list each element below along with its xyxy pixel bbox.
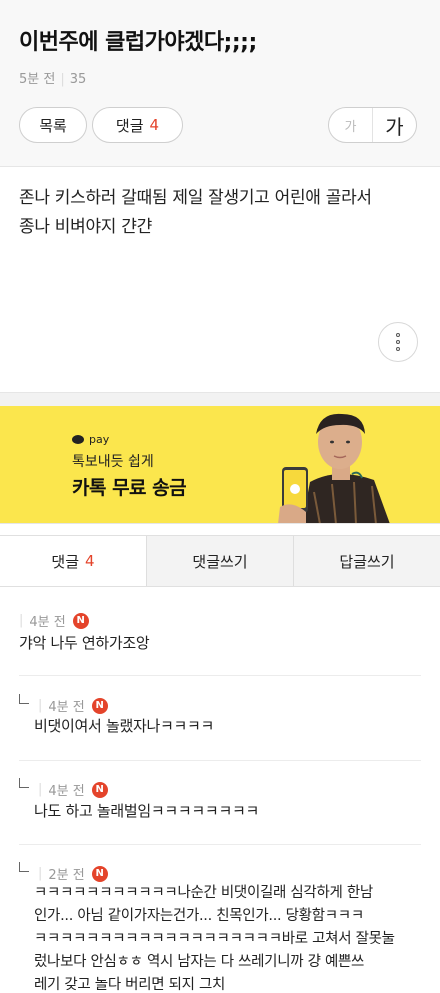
talk-bubble-icon: [72, 435, 84, 444]
comment-text-line: ㅋㅋㅋㅋㅋㅋㅋㅋㅋㅋㅋ나순간 비댓이길래 심각하게 한남: [34, 885, 373, 901]
comment-text: 비댓이여서 놀랬자나ㅋㅋㅋㅋ: [34, 717, 214, 735]
more-options-button[interactable]: [378, 322, 418, 362]
new-badge: N: [72, 612, 89, 629]
new-badge: N: [91, 697, 108, 714]
comment-text: 나도 하고 놀래벌임ㅋㅋㅋㅋㅋㅋㅋㅋ: [34, 802, 259, 820]
comment-time: 4분 전: [48, 784, 85, 799]
tab-write-comment[interactable]: 댓글쓰기: [146, 536, 293, 586]
tab-write-reply[interactable]: 답글쓰기: [293, 536, 440, 586]
more-dot-icon: [396, 347, 400, 351]
list-button[interactable]: 목록: [19, 107, 87, 143]
comment-count: 4: [149, 116, 160, 134]
font-small-button[interactable]: 가: [329, 108, 373, 142]
font-size-toggle: 가 가: [328, 107, 417, 143]
more-dot-icon: [396, 340, 400, 344]
kakaopay-ad-banner[interactable]: pay 톡보내듯 쉽게 카톡 무료 송금: [0, 406, 440, 524]
comment-divider: [19, 760, 421, 761]
post-views: 35: [69, 72, 87, 87]
ad-subtitle: 톡보내듯 쉽게: [72, 454, 154, 470]
reply-arrow-icon: [19, 862, 29, 872]
reply-arrow-icon: [19, 778, 29, 788]
meta-divider: |: [38, 866, 43, 881]
ad-headline: 카톡 무료 송금: [72, 477, 187, 499]
comment-meta: | 4분 전 N: [38, 696, 108, 715]
post-body-line: 종나 비벼야지 갼갼: [19, 217, 152, 237]
comment-text: 갸악 나두 연하가조앙: [19, 634, 150, 652]
list-button-label: 목록: [39, 116, 67, 135]
comment-text-line: 인가... 아님 같이가자는건가... 친목인가... 당황함ㅋㅋㅋ: [34, 908, 364, 924]
comment-time: 2분 전: [48, 868, 85, 883]
font-large-button[interactable]: 가: [373, 108, 416, 142]
post-body: 존나 키스하러 갈때됨 제일 잘생기고 어린애 골라서 종나 비벼야지 갼갼: [19, 184, 424, 242]
comment-tabs: 댓글 4 댓글쓰기 답글쓰기: [0, 535, 440, 587]
comment-time: 4분 전: [48, 700, 85, 715]
comment-text-line: 렀나보다 안심ㅎㅎ 역시 남자는 다 쓰레기니까 걍 예쁜쓰: [34, 954, 365, 970]
comment-meta: | 4분 전 N: [19, 611, 89, 630]
tab-comments-count: 4: [85, 552, 95, 570]
tab-comments-label: 댓글: [51, 552, 80, 571]
comment-text-line: 레기 갖고 놀다 버리면 되지 그치: [34, 977, 226, 993]
comment-time: 4분 전: [29, 615, 66, 630]
post-time: 5분 전: [19, 72, 56, 87]
post-meta: 5분 전 | 35: [19, 68, 86, 87]
pay-logo: pay: [72, 433, 109, 446]
ad-model-image: [278, 413, 390, 523]
pay-logo-text: pay: [89, 433, 110, 446]
ad-spacer: [0, 392, 440, 406]
comment-meta: | 4분 전 N: [38, 780, 108, 799]
meta-divider: |: [60, 72, 65, 87]
comment-button-label: 댓글: [115, 116, 144, 135]
meta-divider: |: [38, 782, 43, 797]
comment-divider: [19, 844, 421, 845]
comment-button[interactable]: 댓글 4: [92, 107, 183, 143]
comment-divider: [19, 675, 421, 676]
post-title: 이번주에 클럽가야겠다;;;;: [19, 30, 257, 55]
comment-text-line: ㅋㅋㅋㅋㅋㅋㅋㅋㅋㅋㅋㅋㅋㅋㅋㅋㅋㅋㅋ바로 고쳐서 잘못눌: [34, 931, 395, 947]
reply-arrow-icon: [19, 694, 29, 704]
meta-divider: |: [38, 698, 43, 713]
new-badge: N: [91, 865, 108, 882]
post-body-line: 존나 키스하러 갈때됨 제일 잘생기고 어린애 골라서: [19, 188, 372, 208]
comment-meta: | 2분 전 N: [38, 864, 108, 883]
more-dot-icon: [396, 333, 400, 337]
tab-comments[interactable]: 댓글 4: [0, 536, 146, 586]
meta-divider: |: [19, 613, 24, 628]
new-badge: N: [91, 781, 108, 798]
comment-text: ㅋㅋㅋㅋㅋㅋㅋㅋㅋㅋㅋ나순간 비댓이길래 심각하게 한남 인가... 아님 같이…: [34, 882, 434, 993]
post-header: 이번주에 클럽가야겠다;;;; 5분 전 | 35 목록 댓글 4 가 가: [0, 0, 440, 167]
